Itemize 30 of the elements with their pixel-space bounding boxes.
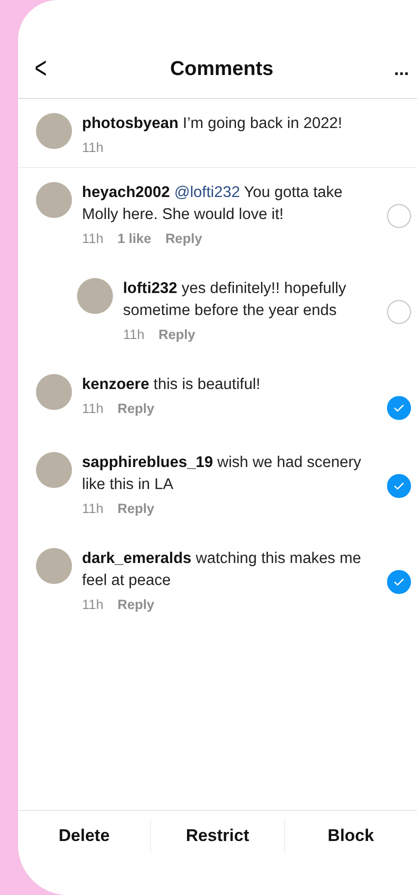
- back-button[interactable]: <: [32, 52, 50, 86]
- comment-text: lofti232 yes definitely!! hopefully sometime before the year ends: [123, 279, 348, 321]
- comment-text: kenzoere this is beautiful!: [82, 375, 262, 395]
- avatar-placeholder: [36, 374, 72, 410]
- comment-time: 11h: [82, 401, 104, 416]
- avatar-placeholder: [36, 548, 72, 584]
- comment-time: 11h: [82, 231, 104, 246]
- select-circle[interactable]: [387, 300, 411, 324]
- mention-link[interactable]: @lofti232: [174, 184, 240, 201]
- action-button[interactable]: Block: [284, 825, 417, 847]
- avatar-placeholder: [36, 113, 72, 149]
- more-button[interactable]: ...: [390, 58, 413, 80]
- avatar-placeholder: [36, 182, 72, 218]
- comment-time: 11h: [123, 327, 145, 342]
- comment-text: sapphireblues_19 wish we had scenery like this in LA: [82, 453, 362, 495]
- avatar-placeholder: [77, 278, 113, 314]
- comment-text: heyach2002 @lofti232 You gotta take Molly here. She would love it!: [82, 183, 344, 225]
- comment-text: photosbyean I’m going back in 2022!: [82, 114, 344, 134]
- comment-text: dark_emeralds watching this makes me feel at peace: [82, 549, 362, 591]
- select-circle[interactable]: [387, 474, 411, 498]
- page-title: Comments: [170, 58, 274, 80]
- action-button[interactable]: Restrict: [151, 825, 284, 847]
- avatar-placeholder: [36, 452, 72, 488]
- select-circle[interactable]: [387, 570, 411, 594]
- select-circle[interactable]: [387, 204, 411, 228]
- comment-time: 11h: [82, 597, 104, 612]
- comment-time: 11h: [82, 501, 104, 516]
- select-circle[interactable]: [387, 396, 411, 420]
- comment-time: 11h: [82, 140, 104, 155]
- action-button[interactable]: Delete: [18, 825, 150, 847]
